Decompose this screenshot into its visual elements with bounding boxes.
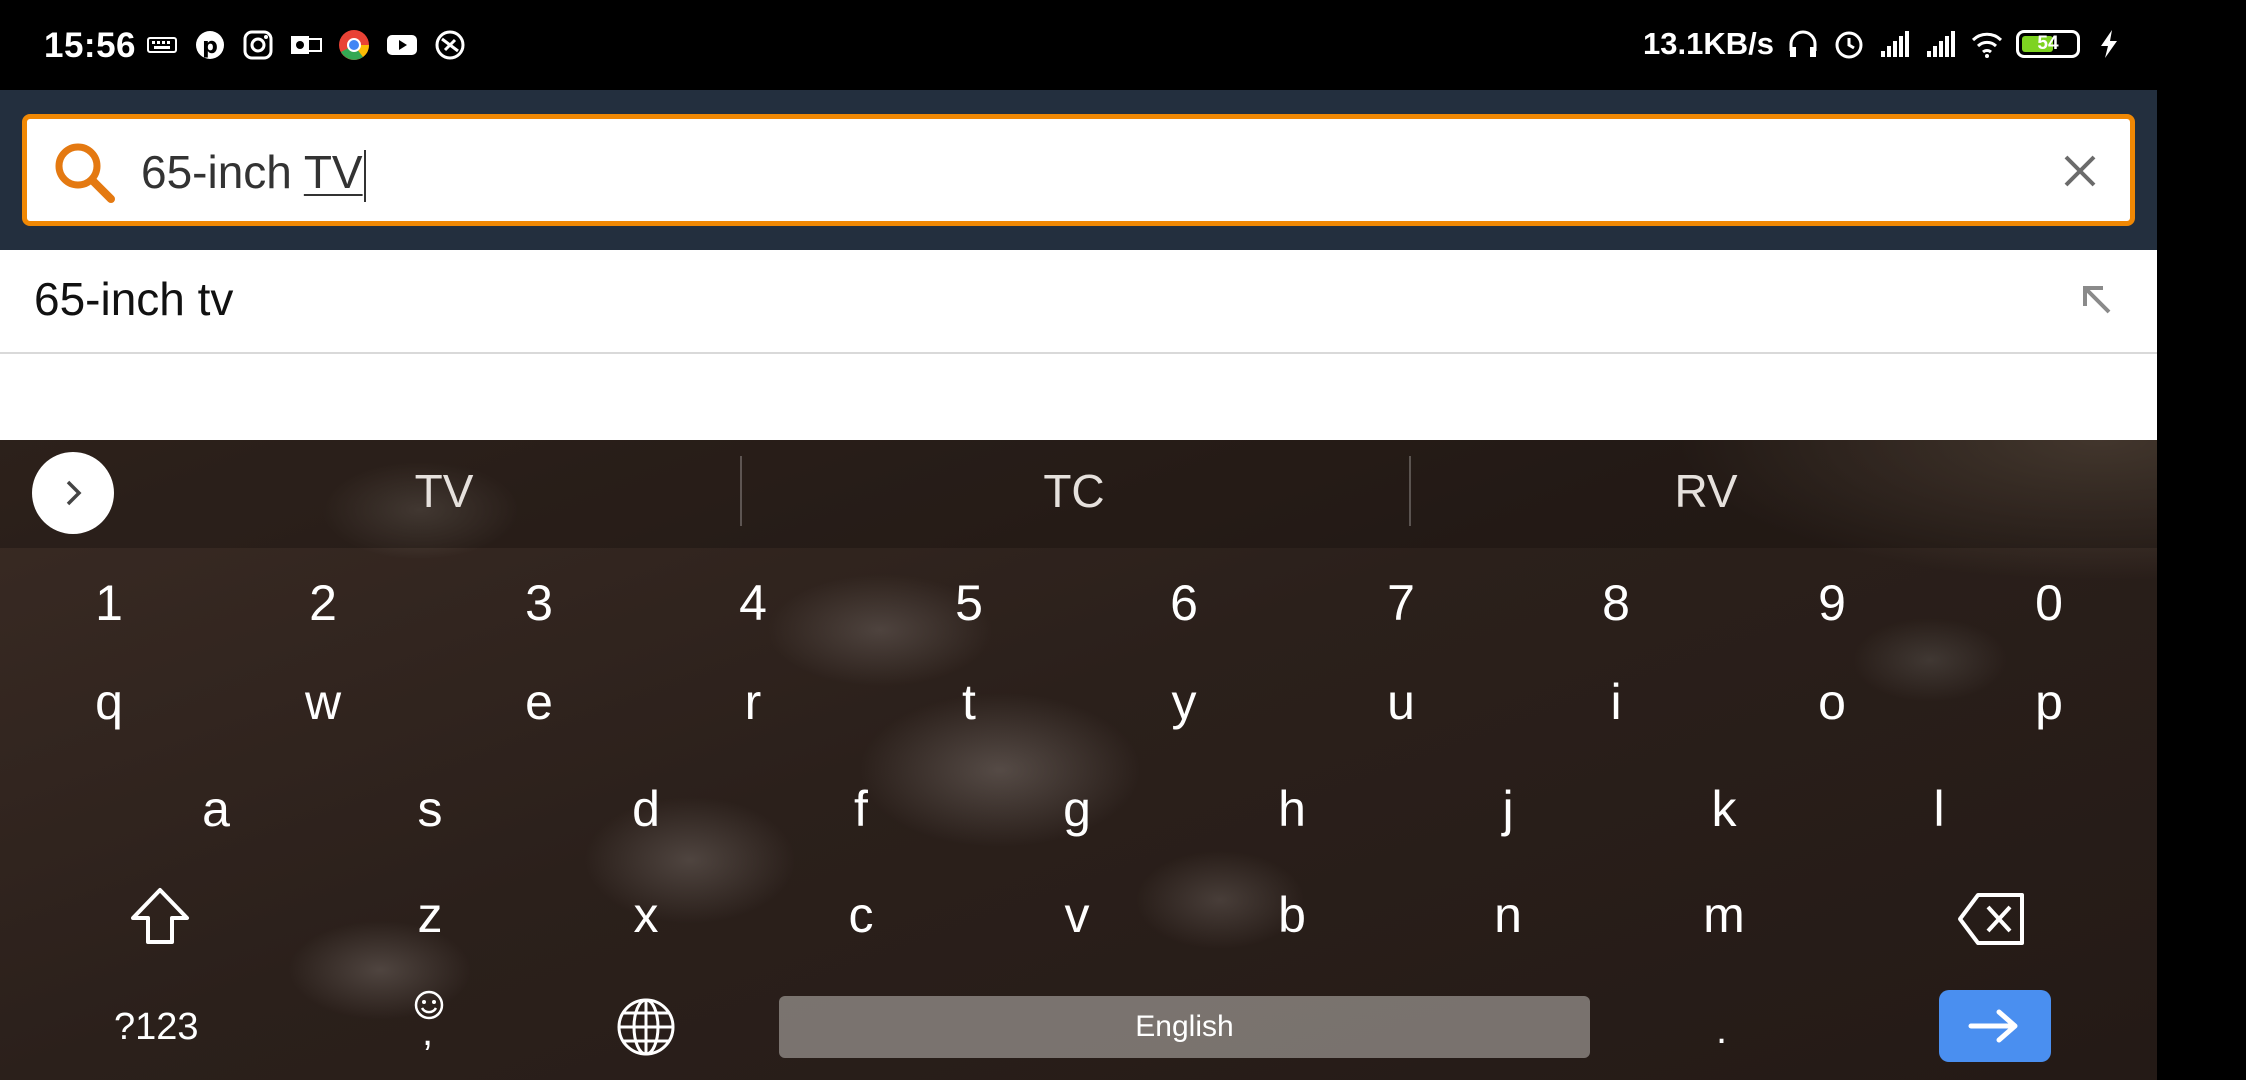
status-bar: 15:56 p 13.1KB/s 54 — [0, 0, 2246, 90]
key-i[interactable]: i — [1561, 673, 1671, 731]
divider — [1409, 456, 1411, 526]
key-p[interactable]: p — [1994, 673, 2104, 731]
key-8[interactable]: 8 — [1561, 574, 1671, 632]
enter-button[interactable] — [1939, 990, 2051, 1062]
search-query[interactable]: 65-inch TV — [141, 141, 366, 203]
key-3[interactable]: 3 — [484, 574, 594, 632]
search-input[interactable]: 65-inch TV — [22, 114, 2135, 226]
soft-keyboard: TV TC RV 1 2 3 4 5 6 7 8 9 0 q w e r t y… — [0, 440, 2157, 1080]
key-7[interactable]: 7 — [1346, 574, 1456, 632]
outlook-icon — [291, 36, 322, 54]
key-c[interactable]: c — [806, 886, 916, 944]
period-key[interactable]: . — [1716, 1008, 1727, 1053]
youtube-icon — [387, 35, 417, 55]
key-e[interactable]: e — [484, 673, 594, 731]
key-x[interactable]: x — [591, 886, 701, 944]
app-content: 65-inch TV 65-inch tv — [0, 90, 2157, 440]
key-f[interactable]: f — [806, 780, 916, 838]
key-k[interactable]: k — [1669, 780, 1779, 838]
search-header: 65-inch TV — [0, 90, 2157, 250]
shift-icon[interactable] — [127, 884, 193, 950]
emoji-comma-key[interactable]: , — [412, 988, 446, 1058]
key-l[interactable]: l — [1884, 780, 1994, 838]
key-o[interactable]: o — [1777, 673, 1887, 731]
signal-icon — [1927, 31, 1955, 57]
battery-level: 54 — [2037, 33, 2059, 54]
svg-text:p: p — [202, 34, 218, 59]
key-1[interactable]: 1 — [54, 574, 164, 632]
instagram-icon — [243, 30, 273, 60]
wifi-icon — [1971, 32, 2003, 58]
notification-icons: p — [145, 28, 467, 62]
side-strip — [2157, 90, 2246, 1080]
key-s[interactable]: s — [375, 780, 485, 838]
key-j[interactable]: j — [1453, 780, 1563, 838]
battery-icon: 54 — [2016, 30, 2080, 58]
search-icon — [55, 143, 115, 203]
key-6[interactable]: 6 — [1129, 574, 1239, 632]
key-w[interactable]: w — [268, 673, 378, 731]
status-right: 13.1KB/s 54 — [1643, 26, 2126, 62]
backspace-icon[interactable] — [1956, 891, 2028, 947]
keyboard-suggestion-strip: TV TC RV — [0, 440, 2157, 548]
arrow-right-icon — [1968, 1009, 2018, 1043]
key-z[interactable]: z — [375, 886, 485, 944]
suggestion-item[interactable]: 65-inch tv — [0, 250, 2157, 354]
chrome-icon — [339, 30, 369, 60]
network-speed: 13.1KB/s — [1643, 26, 1774, 61]
keyboard-suggestion[interactable]: TC — [924, 464, 1224, 518]
alarm-icon — [1835, 31, 1863, 59]
key-q[interactable]: q — [54, 673, 164, 731]
chevron-right-icon — [66, 480, 82, 506]
key-t[interactable]: t — [914, 673, 1024, 731]
symbols-key[interactable]: ?123 — [114, 1006, 199, 1049]
search-composing-text: TV — [303, 146, 363, 198]
key-d[interactable]: d — [591, 780, 701, 838]
pinterest-icon: p — [196, 31, 224, 59]
key-h[interactable]: h — [1237, 780, 1347, 838]
status-time: 15:56 — [44, 26, 137, 65]
keyboard-suggestion[interactable]: RV — [1556, 464, 1856, 518]
vpn-icon — [435, 30, 465, 60]
expand-toolbar-button[interactable] — [32, 452, 114, 534]
key-2[interactable]: 2 — [268, 574, 378, 632]
headphones-icon — [1789, 30, 1817, 57]
key-n[interactable]: n — [1453, 886, 1563, 944]
keyboard-icon — [147, 37, 177, 53]
key-a[interactable]: a — [161, 780, 271, 838]
key-b[interactable]: b — [1237, 886, 1347, 944]
space-bar[interactable]: English — [779, 996, 1590, 1058]
key-5[interactable]: 5 — [914, 574, 1024, 632]
search-typed-text: 65-inch — [141, 146, 304, 198]
key-0[interactable]: 0 — [1994, 574, 2104, 632]
key-9[interactable]: 9 — [1777, 574, 1887, 632]
divider — [740, 456, 742, 526]
comma-key: , — [422, 1010, 434, 1054]
key-m[interactable]: m — [1669, 886, 1779, 944]
key-v[interactable]: v — [1022, 886, 1132, 944]
key-r[interactable]: r — [698, 673, 808, 731]
key-y[interactable]: y — [1129, 673, 1239, 731]
globe-icon[interactable] — [615, 996, 677, 1058]
key-g[interactable]: g — [1022, 780, 1132, 838]
arrow-up-left-icon[interactable] — [2077, 280, 2117, 320]
close-icon[interactable] — [2058, 149, 2102, 193]
text-caret — [363, 149, 366, 202]
charging-icon — [2101, 30, 2117, 58]
signal-icon — [1881, 31, 1909, 57]
key-4[interactable]: 4 — [698, 574, 808, 632]
suggestion-text: 65-inch tv — [34, 273, 234, 325]
key-u[interactable]: u — [1346, 673, 1456, 731]
keyboard-suggestion[interactable]: TV — [294, 464, 594, 518]
